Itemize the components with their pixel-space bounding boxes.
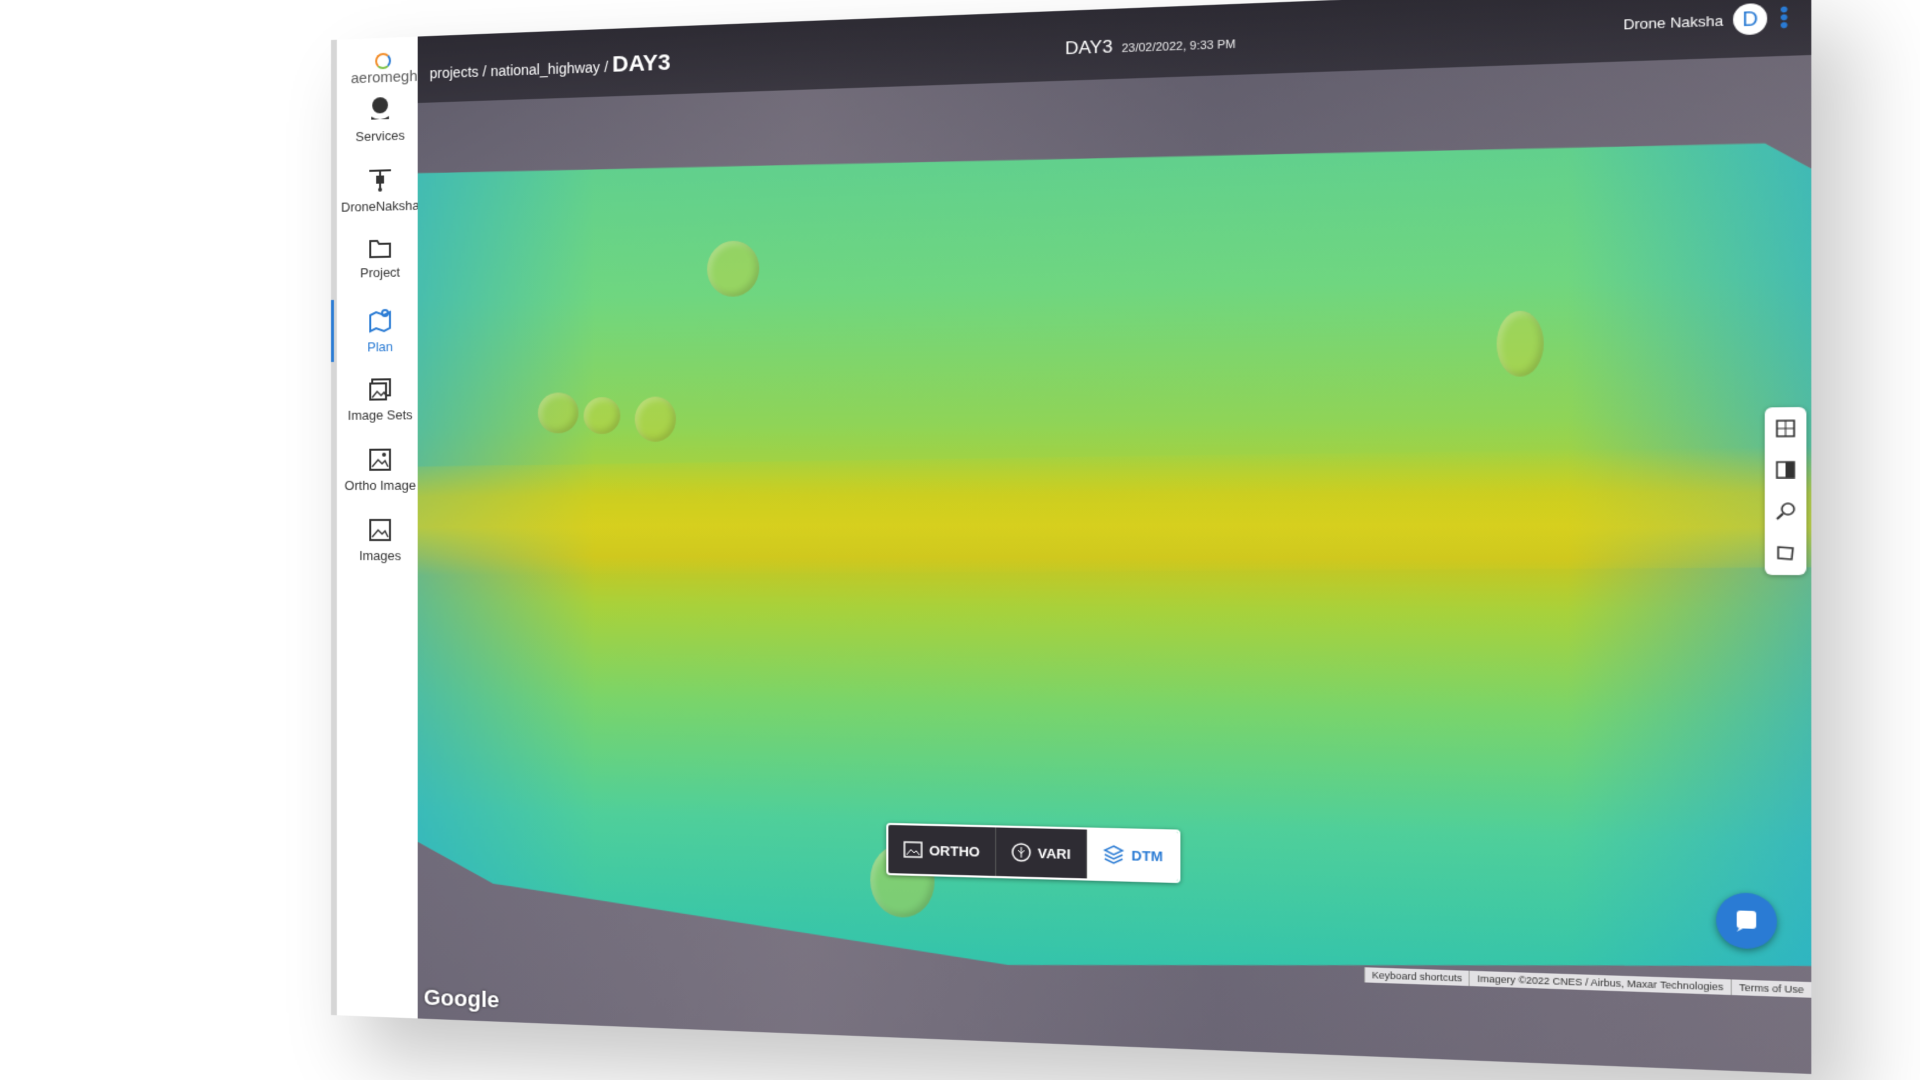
sidebar-item-dronenaksha[interactable]: DroneNaksha [337,165,424,215]
compare-icon [1775,459,1797,479]
ortho-image-icon [368,448,392,472]
layers-tool[interactable] [1765,407,1807,449]
breadcrumb: projects / national_highway / DAY3 [430,49,671,84]
sidebar-item-services[interactable]: Services [337,95,424,145]
breadcrumb-project[interactable]: national_highway [490,59,600,79]
measure-area-icon [1775,542,1797,562]
sidebar-item-project[interactable]: Project [337,236,424,281]
terrain-layers-icon [1103,844,1125,866]
task-name: DAY3 [1065,37,1113,59]
layer-ortho-button[interactable]: ORTHO [888,825,996,876]
map-plan-icon [368,307,392,334]
google-logo: Google [424,984,500,1013]
chat-support-button[interactable] [1716,892,1777,950]
sidebar-item-image-sets[interactable]: Image Sets [337,377,424,423]
compare-tool[interactable] [1765,448,1807,490]
images-icon [368,518,392,542]
image-icon [903,841,922,858]
sidebar-item-ortho-image[interactable]: Ortho Image [337,447,424,493]
breadcrumb-separator: / [604,59,608,76]
sidebar-item-plan[interactable]: Plan [337,306,424,355]
services-icon [368,96,392,123]
user-menu[interactable]: Drone Naksha D ••• [1623,2,1789,39]
map-toolbox [1765,407,1807,575]
map-view[interactable]: projects / national_highway / DAY3 DAY3 23/02… [418,0,1812,1074]
terms-link[interactable]: Terms of Use [1731,979,1812,997]
image-sets-icon [368,377,392,401]
user-name: Drone Naksha [1623,12,1723,32]
drone-icon [367,166,393,193]
avatar[interactable]: D [1733,3,1767,36]
brand-logo[interactable]: aeromegh [343,50,426,87]
layer-dtm-button[interactable]: DTM [1087,830,1178,881]
breadcrumb-current: DAY3 [612,49,670,77]
chat-icon [1732,907,1761,935]
layer-switcher: ORTHO VARI DTM [886,823,1180,883]
tree-blob [1497,310,1544,376]
breadcrumb-projects[interactable]: projects [430,63,479,81]
leaf-icon [1011,843,1031,863]
zoom-tool[interactable] [1765,490,1807,531]
aeromegh-logo-icon [375,53,391,70]
more-options-icon[interactable]: ••• [1777,6,1789,30]
breadcrumb-separator: / [483,63,487,79]
layer-vari-button[interactable]: VARI [996,827,1087,878]
layers-icon [1775,418,1797,438]
tree-blob [635,396,676,442]
sidebar-item-images[interactable]: Images [337,518,424,563]
task-title: DAY3 23/02/2022, 9:33 PM [1065,32,1236,60]
measure-area-tool[interactable] [1765,531,1807,572]
highway-ridge [418,446,1812,581]
sidebar: aeromegh Services DroneNaksha Project Pl… [331,36,425,1018]
tree-blob [584,397,621,434]
tree-blob [538,392,579,433]
app-window: aeromegh Services DroneNaksha Project Pl… [331,0,1811,1074]
zoom-icon [1775,501,1797,521]
task-timestamp: 23/02/2022, 9:33 PM [1122,38,1236,55]
folder-icon [368,237,392,260]
